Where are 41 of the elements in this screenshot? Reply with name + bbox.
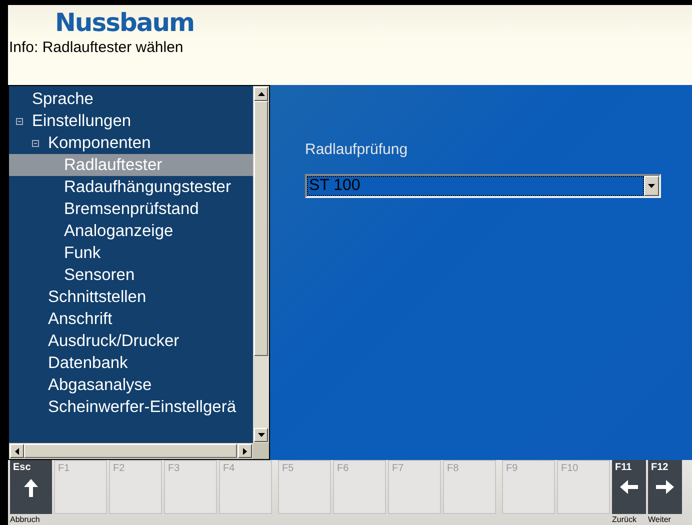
expander-icon[interactable] xyxy=(32,140,39,146)
tree-item[interactable]: Analoganzeige xyxy=(61,222,176,240)
scroll-down-button[interactable] xyxy=(254,428,268,442)
triangle-down-icon xyxy=(258,433,264,437)
tree-item[interactable]: Ausdruck/Drucker xyxy=(45,332,182,350)
function-key[interactable]: F11 xyxy=(612,460,646,514)
tree-item[interactable]: Einstellungen xyxy=(29,112,134,130)
scroll-up-button[interactable] xyxy=(254,87,268,101)
scrollbar-thumb[interactable] xyxy=(254,101,268,356)
triangle-left-icon xyxy=(15,448,19,454)
tree-item[interactable]: Bremsenprüfstand xyxy=(61,200,202,218)
right-arrow-icon xyxy=(655,477,675,497)
key-caption: Abbruch xyxy=(10,515,40,524)
function-key[interactable]: F12 xyxy=(648,460,682,514)
info-text: Info: Radlauftester wählen xyxy=(9,39,184,56)
field-label: Radlaufprüfung xyxy=(305,141,408,158)
vertical-scrollbar[interactable] xyxy=(253,86,269,443)
key-caption: Weiter xyxy=(648,515,671,524)
scroll-right-button[interactable] xyxy=(238,444,252,458)
horizontal-scrollbar[interactable] xyxy=(9,443,253,459)
tree-item[interactable]: Scheinwerfer-Einstellgerä xyxy=(45,398,240,416)
tree-item[interactable]: Komponenten xyxy=(45,134,154,152)
tree-item[interactable]: Anschrift xyxy=(45,310,116,328)
scrollbar-corner xyxy=(253,443,269,459)
expander-icon[interactable] xyxy=(16,118,23,124)
triangle-right-icon xyxy=(243,448,247,454)
tree-item[interactable]: Radaufhängungstester xyxy=(61,178,234,196)
tree-item[interactable]: Funk xyxy=(61,244,104,262)
scrollbar-thumb[interactable] xyxy=(24,444,237,458)
logo: Nussbaum xyxy=(55,7,194,39)
left-arrow-icon xyxy=(619,477,639,497)
key-caption: Zurück xyxy=(612,515,636,524)
tree-item[interactable]: Sensoren xyxy=(61,266,138,284)
tree-item[interactable]: Abgasanalyse xyxy=(45,376,155,394)
tree-item[interactable]: Schnittstellen xyxy=(45,288,150,306)
tree-item[interactable]: Datenbank xyxy=(45,354,131,372)
function-key[interactable]: Esc xyxy=(10,460,52,514)
triangle-up-icon xyxy=(258,92,264,96)
scroll-left-button[interactable] xyxy=(10,444,24,458)
up-arrow-icon xyxy=(22,477,40,498)
tree-item[interactable]: Sprache xyxy=(29,90,96,108)
